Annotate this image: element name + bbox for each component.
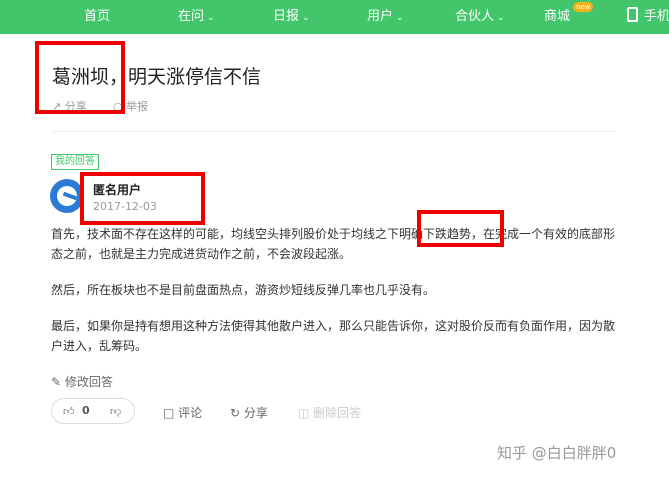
nav-mall[interactable]: 商城 new: [544, 0, 594, 34]
watermark: 知乎 @白白胖胖0: [497, 444, 617, 462]
highlight-box-trend: [417, 210, 504, 247]
edit-answer-button[interactable]: ✎ 修改回答: [51, 373, 113, 390]
chevron-down-icon: ⌄: [207, 13, 215, 23]
chevron-down-icon: ⌄: [396, 13, 404, 23]
nav-partner[interactable]: 合伙人 ⌄: [455, 0, 505, 34]
downvote-button[interactable]: 👎︎: [110, 405, 121, 418]
chevron-down-icon: ⌄: [497, 13, 505, 23]
answer-paragraph: 最后，如果你是持有想用这种方法使得其他散户进入，那么只能告诉你，这对股价反而有负…: [51, 319, 616, 353]
my-answer-tag: 我的回答: [51, 154, 99, 170]
nav-mobile[interactable]: 手机: [627, 0, 669, 34]
highlight-box-title: [35, 41, 125, 114]
chevron-down-icon: ⌄: [302, 13, 310, 23]
share-answer-button[interactable]: ↻ 分享: [230, 404, 268, 421]
answer-paragraph: 然后，所在板块也不是目前盘面热点，游资炒短线反弹几率也几乎没有。: [51, 283, 436, 297]
top-navbar: 首页 在问 ⌄ 日报 ⌄ 用户 ⌄ 合伙人 ⌄ 商城 new 手机: [0, 0, 669, 34]
highlight-box-user: [80, 172, 205, 225]
comment-button[interactable]: □ 评论: [163, 404, 202, 421]
avatar[interactable]: [50, 179, 84, 213]
delete-answer-button[interactable]: ◫ 删除回答: [298, 404, 361, 421]
nav-ask[interactable]: 在问 ⌄: [178, 0, 215, 34]
phone-icon: [627, 7, 638, 22]
nav-home[interactable]: 首页: [84, 0, 110, 34]
share-icon: ↻: [230, 406, 241, 420]
nav-daily[interactable]: 日报 ⌄: [273, 0, 310, 34]
comment-icon: □: [163, 406, 175, 420]
trash-icon: ◫: [298, 406, 310, 420]
divider: [52, 131, 616, 132]
vote-count: 0: [82, 404, 90, 417]
pencil-icon: ✎: [51, 375, 62, 389]
answer-paragraph: 首先，技术面不存在这样的可能，均线空头排列股价处于均线之下明确下跌趋势，在完成一…: [51, 227, 616, 261]
upvote-button[interactable]: 👍︎: [63, 405, 75, 418]
vote-widget: 👍︎ 0 👎︎: [51, 398, 135, 424]
new-badge: new: [573, 2, 594, 12]
nav-user[interactable]: 用户 ⌄: [367, 0, 404, 34]
